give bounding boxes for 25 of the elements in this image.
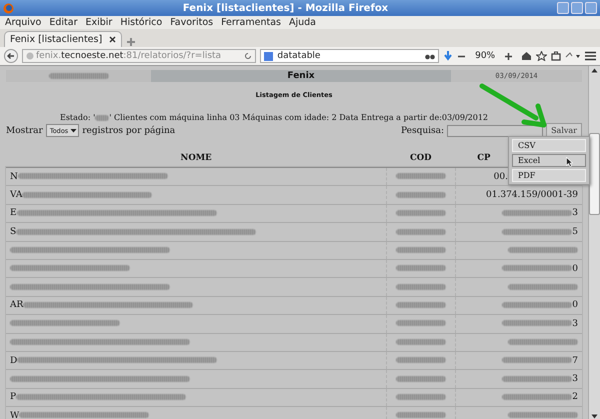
cell-text: VA xyxy=(10,190,22,200)
cell-text: 3 xyxy=(572,318,578,329)
cell-text: 3 xyxy=(572,208,578,218)
cell-text: 2 xyxy=(572,392,578,402)
cell-text: D xyxy=(10,356,18,366)
cell-text: 5 xyxy=(572,226,578,237)
show-label: Mostrar xyxy=(6,126,43,136)
cell-text: 01.374.159/0001-39 xyxy=(486,190,578,200)
cell-text: W xyxy=(10,410,20,419)
cell-text: 00. xyxy=(494,172,508,182)
cell-text: P xyxy=(10,392,16,402)
banner-title: Fenix xyxy=(287,71,315,81)
filter-label: Estado: ' xyxy=(60,113,96,122)
cell-text: S xyxy=(10,226,16,237)
cell-text: AR xyxy=(10,300,24,310)
cell-text: 0 xyxy=(572,264,578,274)
cell-text: 7 xyxy=(572,356,578,366)
cell-text: N xyxy=(10,172,18,182)
per-page-label: registros por página xyxy=(82,126,176,136)
cell-text: 0 xyxy=(572,300,578,310)
filter-text: ' Clientes com máquina linha 03 Máquinas com idade: 2 Data Entrega a partir de:03/09/2012 xyxy=(109,113,488,122)
search-label: Pesquisa: xyxy=(401,126,444,136)
cell-text: 3 xyxy=(572,374,578,384)
cell-text: E xyxy=(10,208,17,218)
window-title: Fenix [listaclientes] - Mozilla Firefox xyxy=(182,2,390,14)
